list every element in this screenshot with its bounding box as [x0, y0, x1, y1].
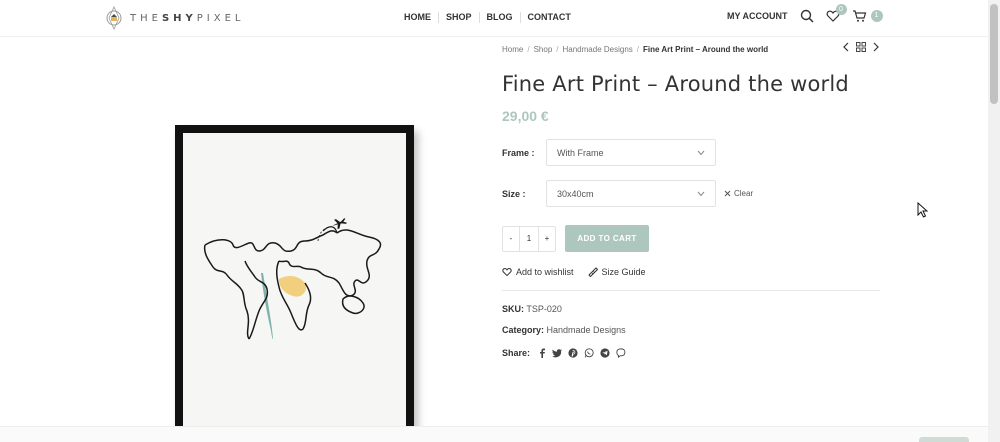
frame-label: Frame : [502, 147, 535, 158]
size-label: Size : [502, 188, 526, 199]
breadcrumb-shop[interactable]: Shop [534, 45, 553, 54]
search-icon [800, 9, 814, 23]
close-icon [724, 190, 731, 197]
product-title: Fine Art Print – Around the world [502, 72, 849, 96]
frame-select[interactable]: With Frame [546, 139, 716, 166]
breadcrumb-category[interactable]: Handmade Designs [563, 45, 633, 54]
quantity-minus-button[interactable]: - [503, 227, 519, 251]
viber-icon[interactable] [616, 348, 626, 358]
logo-text: THESHYPIXEL [130, 12, 245, 24]
breadcrumb: Home / Shop / Handmade Designs / Fine Art P… [502, 44, 769, 54]
product-sku: SKU: TSP-020 [502, 304, 562, 314]
heart-icon [502, 268, 512, 277]
page-scrollbar[interactable] [988, 0, 1000, 442]
quantity-plus-button[interactable]: + [539, 227, 555, 251]
quantity-stepper: - 1 + [502, 225, 556, 252]
frame-select-value: With Frame [557, 147, 604, 158]
ruler-icon [587, 267, 598, 277]
product-summary: Home / Shop / Handmade Designs / Fine Art P… [502, 42, 882, 358]
grid-icon[interactable] [856, 42, 866, 52]
site-logo[interactable]: THESHYPIXEL [106, 3, 245, 33]
add-to-cart-button[interactable]: ADD TO CART [565, 225, 649, 252]
pinterest-icon[interactable] [568, 348, 578, 358]
facebook-icon[interactable] [538, 348, 546, 358]
cart-count-badge: 1 [870, 10, 883, 22]
product-image-artwork [183, 133, 406, 442]
breadcrumb-current: Fine Art Print – Around the world [643, 44, 769, 54]
cart-icon [852, 10, 866, 22]
twitter-icon[interactable] [552, 348, 563, 358]
my-account-link[interactable]: MY ACCOUNT [727, 11, 788, 21]
header-actions: MY ACCOUNT 0 1 [727, 4, 883, 23]
sku-value: TSP-020 [526, 304, 562, 314]
wishlist-count-badge: 0 [835, 4, 847, 15]
nav-contact[interactable]: CONTACT [519, 12, 578, 23]
size-select-value: 30x40cm [557, 188, 594, 199]
clear-variations-link[interactable]: Clear [724, 189, 753, 198]
site-header: THESHYPIXEL HOME SHOP BLOG CONTACT MY AC… [0, 0, 988, 37]
product-gallery[interactable] [112, 42, 497, 442]
product-image-frame [175, 125, 414, 442]
next-product-icon[interactable] [872, 42, 880, 52]
world-map-line-art-image [203, 218, 382, 340]
telegram-icon[interactable] [600, 348, 610, 358]
size-guide-link[interactable]: Size Guide [587, 267, 646, 277]
size-select[interactable]: 30x40cm [546, 180, 716, 207]
product-category: Category: Handmade Designs [502, 325, 626, 335]
size-variation: Size : 30x40cm Clear [502, 180, 753, 207]
sticky-bar-button[interactable] [919, 437, 969, 442]
whatsapp-icon[interactable] [584, 348, 594, 358]
product-price: 29,00 € [502, 108, 549, 124]
wishlist-button[interactable]: 0 [826, 4, 847, 23]
share-row: Share: [502, 348, 632, 358]
search-button[interactable] [800, 9, 814, 23]
product-links: Add to wishlist Size Guide [502, 267, 660, 277]
chevron-down-icon [697, 150, 705, 155]
sticky-bottom-bar [0, 426, 988, 442]
logo-mark-icon [106, 6, 122, 30]
product-navigation [842, 42, 880, 52]
nav-shop[interactable]: SHOP [438, 12, 479, 23]
chevron-down-icon [697, 191, 705, 196]
meta-divider [502, 290, 880, 291]
cart-button[interactable] [852, 9, 867, 23]
prev-product-icon[interactable] [842, 42, 850, 52]
main-nav: HOME SHOP BLOG CONTACT [397, 12, 578, 23]
scrollbar-thumb[interactable] [990, 4, 998, 104]
nav-blog[interactable]: BLOG [478, 12, 520, 23]
add-to-wishlist-link[interactable]: Add to wishlist [502, 267, 574, 277]
breadcrumb-home[interactable]: Home [502, 45, 523, 54]
sku-label: SKU: [502, 304, 524, 314]
add-to-cart-row: - 1 + ADD TO CART [502, 225, 649, 252]
mouse-cursor-icon [917, 202, 928, 218]
frame-variation: Frame : With Frame [502, 139, 716, 166]
quantity-input[interactable]: 1 [519, 226, 539, 251]
category-label: Category: [502, 325, 545, 335]
share-label: Share: [502, 348, 531, 358]
category-link[interactable]: Handmade Designs [547, 325, 626, 335]
nav-home[interactable]: HOME [397, 12, 438, 23]
airplane-icon [332, 218, 347, 230]
